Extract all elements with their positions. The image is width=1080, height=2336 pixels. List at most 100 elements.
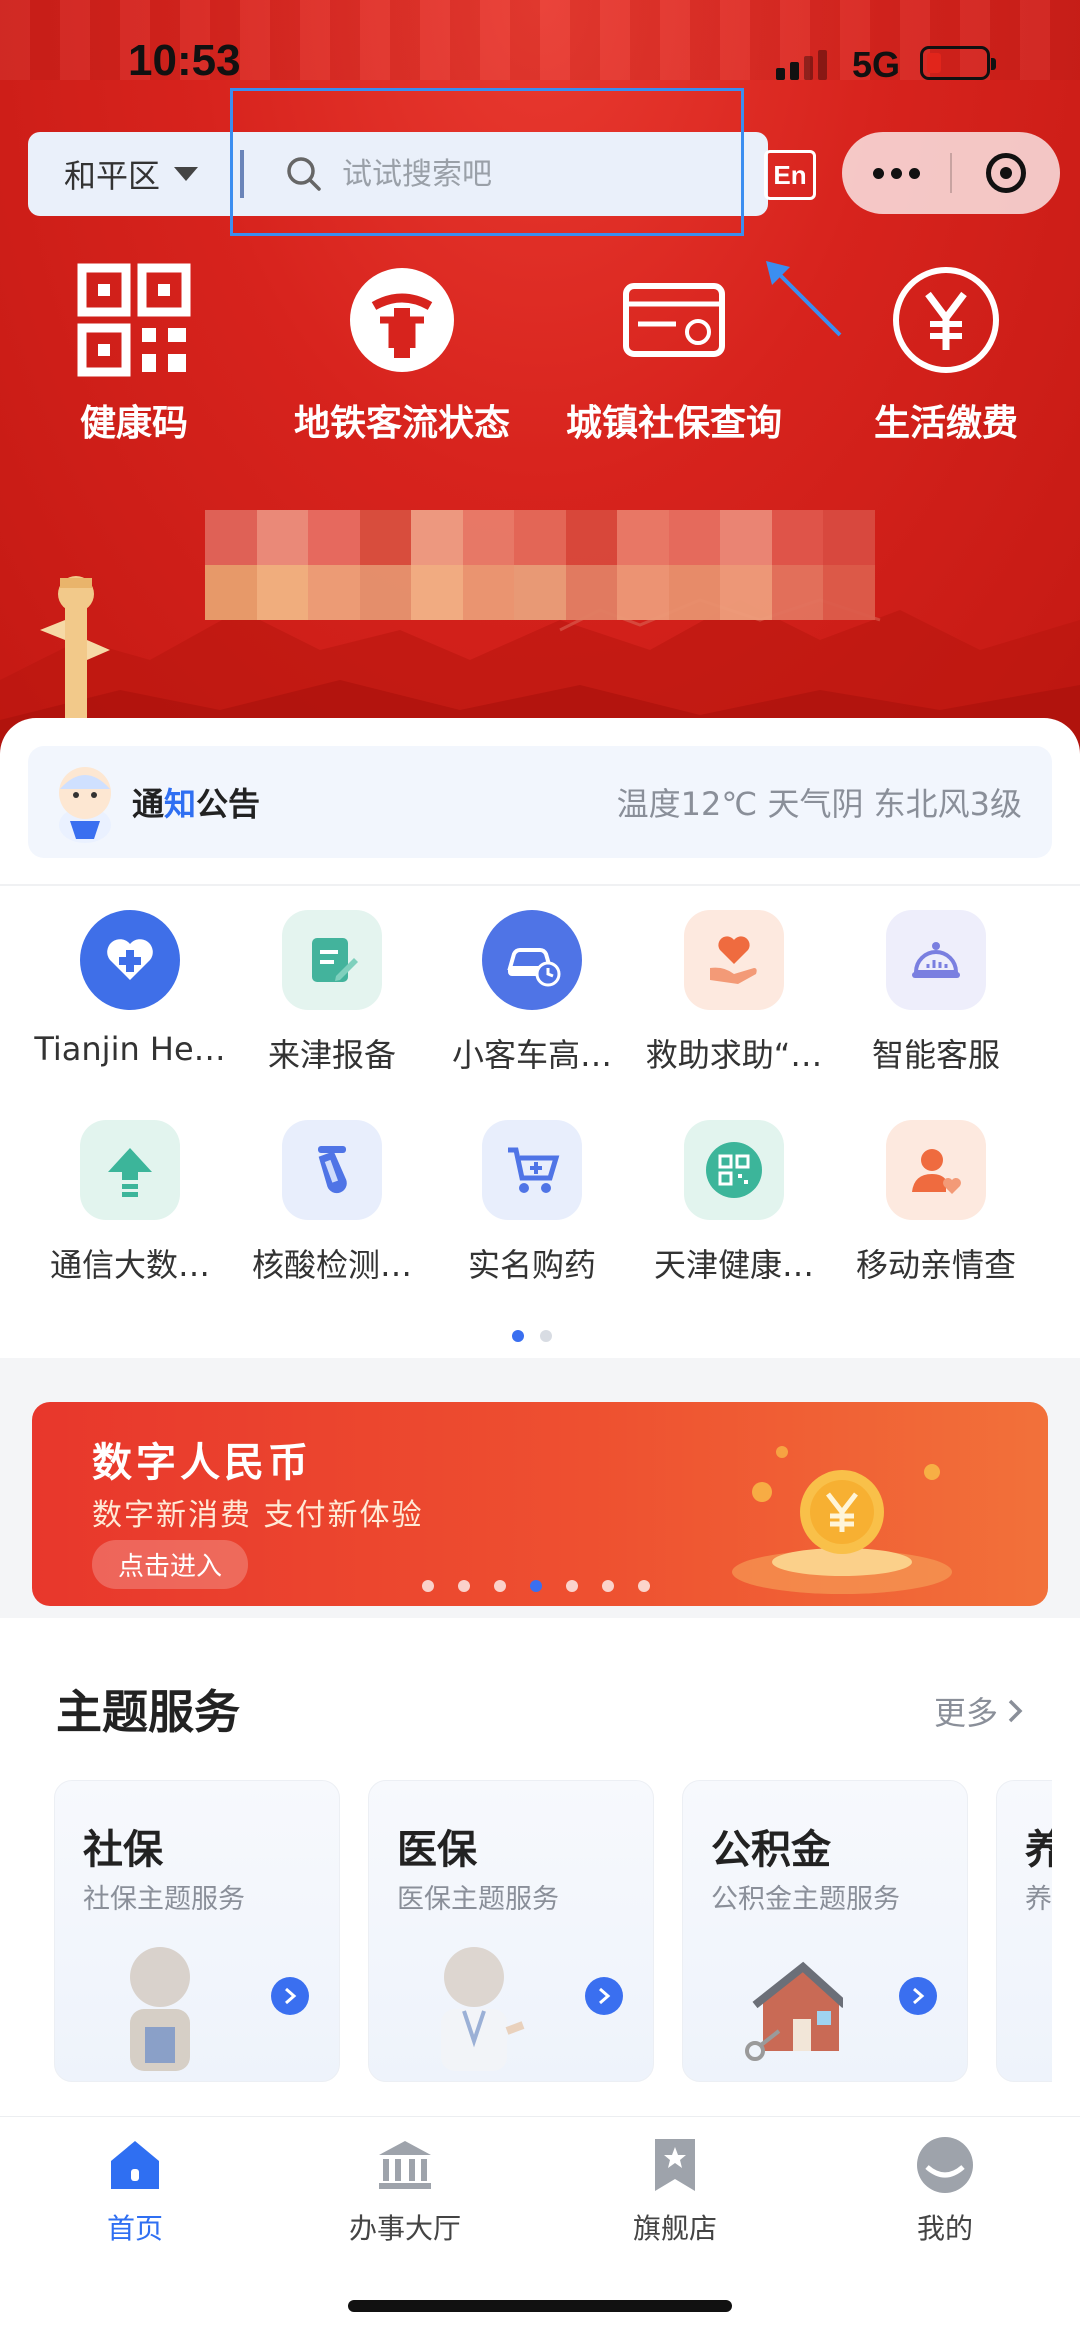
divider	[0, 884, 1080, 886]
theme-card-social-security[interactable]: 社保 社保主题服务	[54, 1780, 340, 2082]
blurred-content-mosaic	[205, 510, 875, 620]
service-label: 移动亲情查	[855, 1246, 1016, 1284]
tab-label: 旗舰店	[632, 2212, 717, 2245]
service-label: 通信大数…	[49, 1246, 210, 1284]
service-item[interactable]: 通信大数…	[22, 1120, 238, 1286]
service-label: 小客车高…	[451, 1036, 612, 1074]
theme-cards-carousel: 社保 社保主题服务 医保 医保主题服务 公积金 公积金主题服务 养 养	[54, 1780, 1052, 2090]
quick-action-label: 地铁客流状态	[293, 403, 510, 444]
yuan-coin-icon	[893, 267, 999, 373]
service-item[interactable]: 核酸检测…	[224, 1120, 440, 1286]
quick-action-label: 生活缴费	[873, 403, 1018, 444]
card-title: 医保	[397, 1827, 477, 1873]
battery-icon	[920, 46, 996, 80]
quick-action-metro-status[interactable]: 地铁客流状态	[272, 262, 532, 446]
grid-page-indicator	[512, 1330, 552, 1342]
service-item[interactable]: Tianjin He…	[22, 910, 238, 1068]
service-item[interactable]: 天津健康…	[626, 1120, 842, 1286]
service-item[interactable]: 小客车高…	[424, 910, 640, 1076]
tab-label: 办事大厅	[348, 2212, 461, 2245]
service-label: 来津报备	[267, 1036, 396, 1074]
theme-services-section: 主题服务 更多 社保 社保主题服务 医保 医保主题服务 公积金 公积金主题服务	[28, 1630, 1052, 2150]
banner-area: 数字人民币 数字新消费 支付新体验 点击进入	[0, 1386, 1080, 1618]
theme-card-medical-insurance[interactable]: 医保 医保主题服务	[368, 1780, 654, 2082]
theme-card-pension-partial[interactable]: 养 养	[996, 1780, 1052, 2082]
tab-label: 我的	[916, 2212, 973, 2245]
tab-home[interactable]: 首页	[0, 2133, 270, 2247]
header-banner: 10:53 5G 和平区 En	[0, 0, 1080, 760]
service-item[interactable]: 移动亲情查	[828, 1120, 1044, 1286]
car-clock-icon	[482, 910, 582, 1010]
more-options-icon[interactable]	[842, 167, 950, 179]
banner-enter-button[interactable]: 点击进入	[92, 1540, 249, 1589]
banner-title: 数字人民币	[92, 1440, 312, 1486]
robot-service-icon	[886, 910, 986, 1010]
service-item[interactable]: 实名购药	[424, 1120, 640, 1286]
qr-badge-icon	[684, 1120, 784, 1220]
service-item[interactable]: 救助求助“…	[626, 910, 842, 1076]
service-label: 实名购药	[467, 1246, 596, 1284]
district-label: 和平区	[64, 157, 161, 195]
digital-rmb-banner[interactable]: 数字人民币 数字新消费 支付新体验 点击进入	[32, 1402, 1048, 1606]
service-label: 天津健康…	[653, 1246, 814, 1284]
more-link[interactable]: 更多	[934, 1688, 1024, 1734]
tab-label: 首页	[106, 2212, 163, 2245]
weather-text: 温度12℃ 天气阴 东北风3级	[616, 785, 1022, 823]
cart-plus-icon	[482, 1120, 582, 1220]
quick-actions: 健康码 地铁客流状态 城镇社保查询 生活缴费	[0, 262, 1080, 444]
mascot-avatar-icon	[59, 767, 111, 843]
service-item[interactable]: 智能客服	[828, 910, 1044, 1076]
service-item[interactable]: 来津报备	[224, 910, 440, 1076]
banner-subtitle: 数字新消费 支付新体验	[92, 1498, 424, 1533]
quick-action-label: 城镇社保查询	[565, 403, 782, 444]
section-title: 主题服务	[56, 1685, 240, 1739]
doctor-illustration-icon	[441, 1947, 525, 2071]
language-toggle-button[interactable]: En	[764, 150, 816, 200]
test-tube-icon	[282, 1120, 382, 1220]
card-subtitle: 养	[1025, 1884, 1052, 1915]
person-illustration-icon	[130, 1947, 190, 2071]
banner-page-indicator	[422, 1580, 650, 1592]
network-type: 5G	[852, 44, 901, 85]
quick-action-social-security[interactable]: 城镇社保查询	[544, 262, 804, 446]
card-title: 养	[1025, 1827, 1052, 1873]
metro-logo-icon	[350, 268, 454, 372]
section-gap	[0, 1358, 1080, 1386]
qr-code-icon	[77, 263, 191, 377]
home-icon	[111, 2141, 159, 2189]
notice-bar[interactable]: 通知公告 温度12℃ 天气阴 东北风3级	[28, 746, 1052, 858]
heart-plus-icon	[80, 910, 180, 1010]
quick-action-utility-payment[interactable]: 生活缴费	[816, 262, 1076, 446]
house-key-illustration-icon	[745, 1961, 843, 2061]
main-content: 通知公告 温度12℃ 天气阴 东北风3级 Tianjin He… 来津报备 小客…	[0, 718, 1080, 2150]
quick-action-health-code[interactable]: 健康码	[4, 262, 264, 446]
district-selector[interactable]: 和平区	[28, 132, 238, 216]
signal-icon	[776, 48, 827, 80]
heart-hand-icon	[684, 910, 784, 1010]
card-go-icon[interactable]	[899, 1977, 937, 2015]
card-subtitle: 公积金主题服务	[711, 1884, 900, 1915]
tab-flagship-store[interactable]: 旗舰店	[540, 2133, 810, 2247]
edit-note-icon	[282, 910, 382, 1010]
clock: 10:53	[128, 36, 241, 85]
annotation-highlight-box	[230, 88, 744, 236]
caret-down-icon	[174, 167, 199, 181]
theme-card-housing-fund[interactable]: 公积金 公积金主题服务	[682, 1780, 968, 2082]
card-title: 社保	[83, 1827, 163, 1873]
service-label: 救助求助“…	[645, 1036, 823, 1074]
government-building-icon	[379, 2141, 431, 2189]
tab-profile[interactable]: 我的	[810, 2133, 1080, 2247]
profile-face-icon	[917, 2137, 973, 2193]
home-indicator	[348, 2300, 732, 2312]
close-mini-program-icon[interactable]	[952, 153, 1060, 193]
coin-illustration-icon	[732, 1446, 952, 1594]
card-title: 公积金	[711, 1827, 831, 1873]
service-label: Tianjin He…	[34, 1030, 226, 1068]
tab-service-hall[interactable]: 办事大厅	[270, 2133, 540, 2247]
upload-arrow-icon	[80, 1120, 180, 1220]
card-go-icon[interactable]	[271, 1977, 309, 2015]
card-go-icon[interactable]	[585, 1977, 623, 2015]
person-heart-icon	[886, 1120, 986, 1220]
service-label: 核酸检测…	[251, 1246, 412, 1284]
mini-program-capsule	[842, 132, 1060, 214]
